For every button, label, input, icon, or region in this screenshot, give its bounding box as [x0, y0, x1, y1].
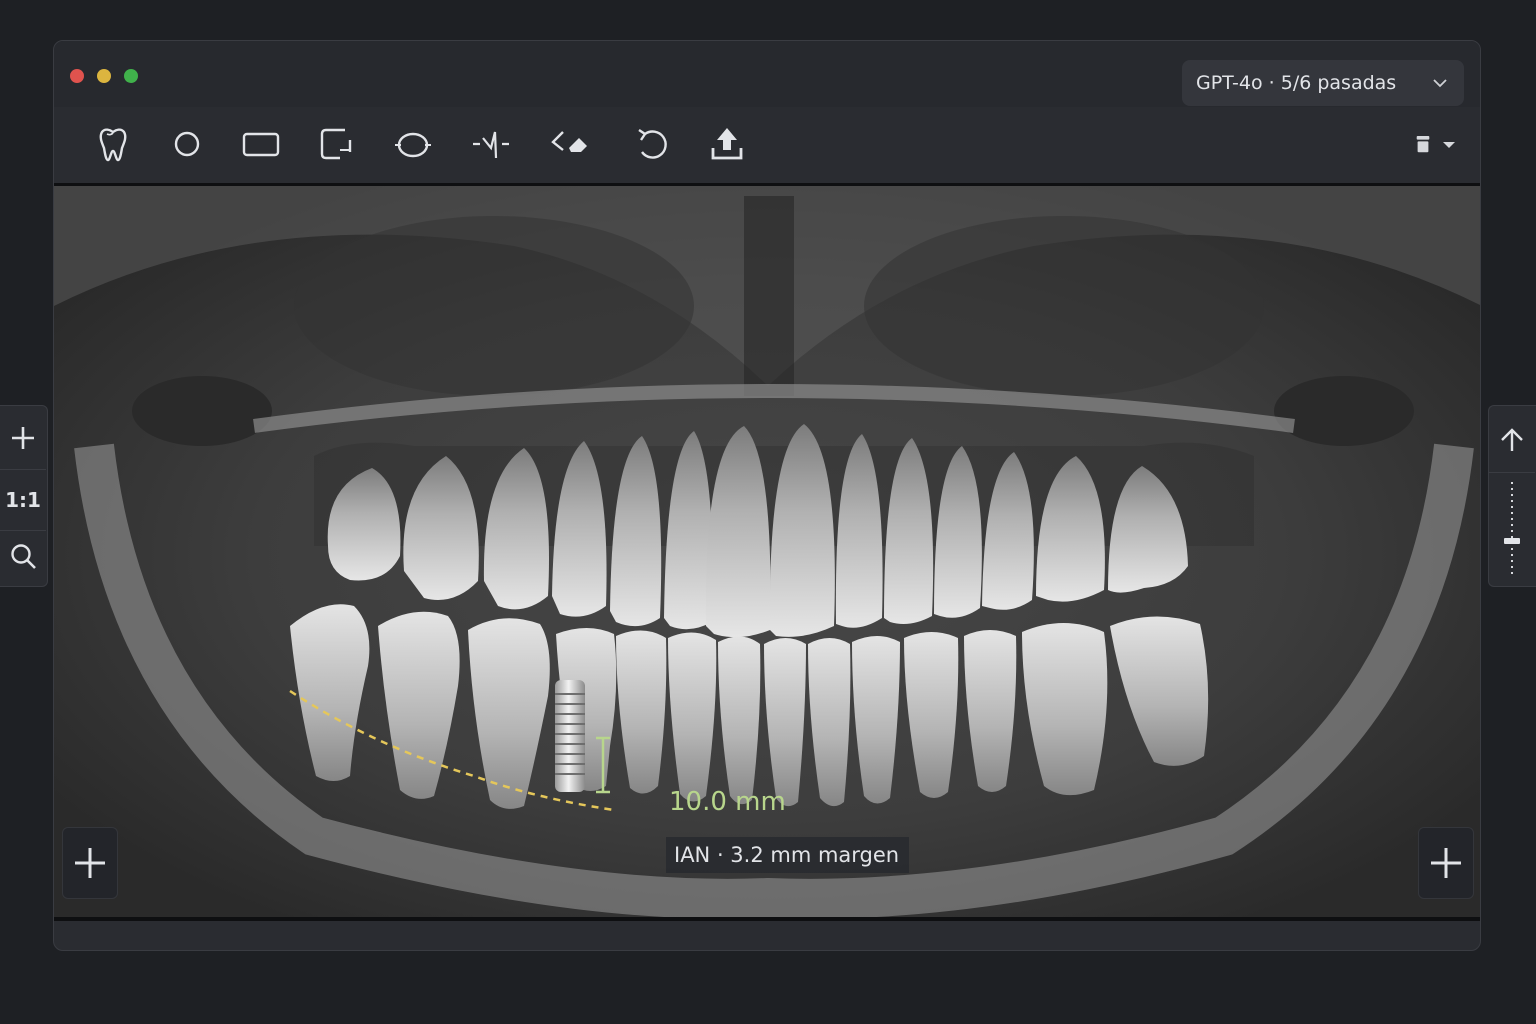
annotation-toolbar — [54, 107, 1480, 181]
vertical-slider[interactable] — [1499, 478, 1525, 582]
rectangle-tool-button[interactable] — [238, 121, 284, 167]
plus-icon — [12, 427, 34, 449]
zoom-reset-button[interactable]: 1:1 — [0, 470, 46, 530]
slider-scale — [1504, 482, 1520, 578]
eraser-tool-button[interactable] — [546, 121, 592, 167]
rectangle-icon — [242, 132, 280, 157]
model-selector-value: GPT-4o · 5/6 pasadas — [1196, 72, 1397, 94]
arrow-up-icon — [1501, 428, 1523, 451]
tooth-icon — [99, 128, 127, 162]
add-annotation-left-button[interactable] — [62, 827, 118, 899]
export-button[interactable] — [704, 121, 750, 167]
ellipse-rotate-icon — [395, 132, 431, 158]
implant-length-label: 10.0 mm — [669, 787, 786, 817]
undo-icon — [638, 129, 667, 159]
ellipse-rotate-tool-button[interactable] — [390, 121, 436, 167]
export-icon — [711, 128, 743, 160]
right-controls — [1488, 405, 1536, 587]
delete-menu-button[interactable] — [1390, 125, 1456, 165]
circle-tool-button[interactable] — [164, 121, 210, 167]
zoom-ratio-label: 1:1 — [5, 488, 41, 512]
add-annotation-right-button[interactable] — [1418, 827, 1474, 899]
nerve-path-icon — [473, 131, 509, 159]
trash-icon — [1416, 136, 1430, 153]
ian-margin-label: IAN · 3.2 mm margen — [666, 837, 910, 873]
search-button[interactable] — [0, 526, 46, 586]
app-window: GPT-4o · 5/6 pasadas 10.0 mm IAN · 3.2 m… — [53, 40, 1481, 951]
close-window-button[interactable] — [70, 69, 84, 83]
scroll-up-button[interactable] — [1489, 412, 1535, 468]
chevron-down-icon — [1433, 79, 1447, 88]
crop-icon — [320, 128, 352, 160]
nerve-path-tool-button[interactable] — [468, 121, 514, 167]
eraser-icon — [551, 131, 587, 152]
tooth-tool-button[interactable] — [90, 121, 136, 167]
undo-button[interactable] — [628, 121, 674, 167]
zoom-controls: 1:1 — [0, 405, 48, 587]
crop-tool-button[interactable] — [313, 121, 359, 167]
plus-icon — [75, 848, 105, 878]
magnifier-icon — [11, 544, 36, 569]
title-bar: GPT-4o · 5/6 pasadas — [54, 41, 1480, 107]
zoom-window-button[interactable] — [124, 69, 138, 83]
circle-icon — [174, 131, 200, 157]
plus-icon — [1431, 848, 1461, 878]
zoom-in-button[interactable] — [0, 408, 46, 468]
dental-implant — [555, 680, 585, 792]
caret-down-icon — [1443, 142, 1455, 148]
minimize-window-button[interactable] — [97, 69, 111, 83]
model-selector[interactable]: GPT-4o · 5/6 pasadas — [1182, 60, 1464, 106]
